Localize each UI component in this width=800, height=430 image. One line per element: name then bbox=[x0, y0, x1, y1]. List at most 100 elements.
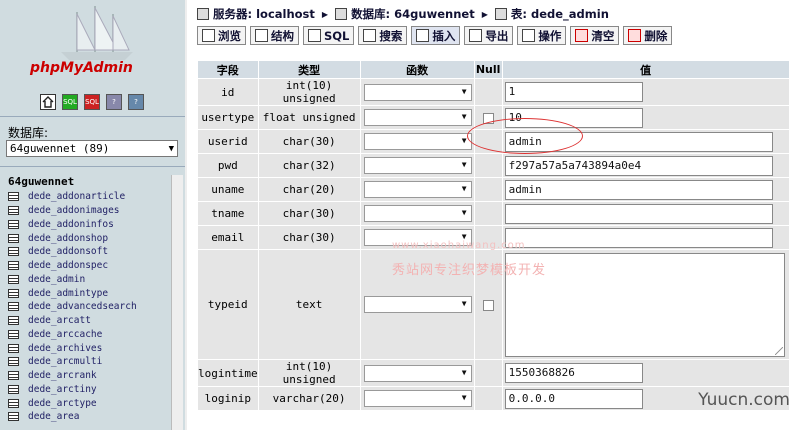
list-item[interactable]: dede_addoninfos bbox=[8, 218, 172, 232]
help-icon[interactable]: ? bbox=[128, 94, 144, 110]
table-name-link[interactable]: dede_arcatt bbox=[28, 315, 91, 326]
sql-query-icon[interactable]: SQL bbox=[84, 94, 100, 110]
table-browse-icon[interactable] bbox=[8, 206, 19, 216]
list-item[interactable]: dede_arcatt bbox=[8, 314, 172, 328]
table-browse-icon[interactable] bbox=[8, 247, 19, 257]
table-browse-icon[interactable] bbox=[8, 357, 19, 367]
table-name-link[interactable]: dede_area bbox=[28, 411, 79, 422]
list-item[interactable]: dede_archives bbox=[8, 341, 172, 355]
table-name-link[interactable]: dede_arcrank bbox=[28, 370, 97, 381]
table-name-link[interactable]: dede_addonspec bbox=[28, 260, 108, 271]
database-select[interactable]: 64guwennet (89) ▼ bbox=[6, 140, 178, 157]
list-item[interactable]: dede_area bbox=[8, 410, 172, 424]
function-cell bbox=[359, 129, 475, 154]
list-item[interactable]: dede_addonarticle bbox=[8, 190, 172, 204]
list-item[interactable]: dede_arcrank bbox=[8, 369, 172, 383]
tab-structure[interactable]: 结构 bbox=[250, 26, 299, 45]
list-item[interactable]: dede_addonsoft bbox=[8, 245, 172, 259]
table-name-link[interactable]: dede_addoninfos bbox=[28, 219, 114, 230]
header-function: 函数 bbox=[359, 60, 475, 79]
function-select[interactable] bbox=[363, 181, 472, 198]
breadcrumb-db[interactable]: 64guwennet bbox=[394, 7, 475, 21]
value-input[interactable]: 1550368826 bbox=[504, 363, 643, 383]
table-browse-icon[interactable] bbox=[8, 329, 19, 339]
function-select[interactable] bbox=[363, 157, 472, 174]
site-watermark: Yuucn.com bbox=[698, 390, 790, 410]
function-select[interactable] bbox=[363, 296, 472, 313]
database-title[interactable]: 64guwennet bbox=[8, 175, 74, 188]
value-input[interactable]: admin bbox=[504, 179, 773, 200]
tab-export[interactable]: 导出 bbox=[464, 26, 514, 45]
table-row: tname char(30) bbox=[197, 201, 790, 226]
search-icon bbox=[363, 29, 377, 42]
value-input[interactable] bbox=[504, 227, 773, 248]
table-browse-icon[interactable] bbox=[8, 384, 19, 394]
function-select[interactable] bbox=[363, 390, 472, 407]
list-item[interactable]: dede_admin bbox=[8, 273, 172, 287]
list-item[interactable]: dede_admintype bbox=[8, 286, 172, 300]
tab-browse[interactable]: 浏览 bbox=[197, 26, 246, 45]
list-item[interactable]: dede_addonshop bbox=[8, 231, 172, 245]
function-select[interactable] bbox=[363, 364, 472, 382]
list-item[interactable]: dede_advancedsearch bbox=[8, 300, 172, 314]
table-browse-icon[interactable] bbox=[8, 371, 19, 381]
null-cell bbox=[473, 201, 503, 226]
table-browse-icon[interactable] bbox=[8, 192, 19, 202]
table-browse-icon[interactable] bbox=[8, 261, 19, 271]
table-browse-icon[interactable] bbox=[8, 274, 19, 284]
tab-label: 删除 bbox=[644, 28, 668, 43]
tab-operations[interactable]: 操作 bbox=[517, 26, 567, 45]
function-select[interactable] bbox=[363, 205, 472, 222]
value-input[interactable]: f297a57a5a743894a0e4 bbox=[504, 155, 773, 176]
table-browse-icon[interactable] bbox=[8, 302, 19, 312]
breadcrumb-table[interactable]: dede_admin bbox=[531, 7, 609, 21]
breadcrumb-server[interactable]: localhost bbox=[256, 7, 315, 21]
list-item[interactable]: dede_arcmulti bbox=[8, 355, 172, 369]
list-item[interactable]: dede_addonimages bbox=[8, 204, 172, 218]
sql-window-icon[interactable]: SQL bbox=[62, 94, 78, 110]
list-item[interactable]: dede_addonspec bbox=[8, 259, 172, 273]
tab-drop[interactable]: 删除 bbox=[623, 26, 673, 45]
table-name-link[interactable]: dede_admin bbox=[28, 274, 85, 285]
phpmyadmin-logo[interactable]: phpMyAdmin bbox=[0, 0, 185, 88]
function-select[interactable] bbox=[363, 83, 472, 101]
table-name-link[interactable]: dede_archives bbox=[28, 343, 102, 354]
table-browse-icon[interactable] bbox=[8, 412, 19, 422]
table-browse-icon[interactable] bbox=[8, 398, 19, 408]
value-input[interactable]: 1 bbox=[504, 82, 643, 102]
table-browse-icon[interactable] bbox=[8, 316, 19, 326]
value-input[interactable] bbox=[504, 203, 773, 224]
table-browse-icon[interactable] bbox=[8, 288, 19, 298]
server-icon bbox=[197, 8, 209, 20]
list-item[interactable]: dede_arctype bbox=[8, 396, 172, 410]
tab-insert[interactable]: 插入 bbox=[411, 26, 461, 45]
home-icon[interactable] bbox=[40, 94, 56, 110]
tab-search[interactable]: 搜索 bbox=[358, 26, 408, 45]
list-item[interactable]: dede_arccache bbox=[8, 328, 172, 342]
table-name-link[interactable]: dede_addonimages bbox=[28, 205, 120, 216]
docs-icon[interactable]: ? bbox=[106, 94, 122, 110]
tab-sql[interactable]: SQL bbox=[303, 26, 355, 45]
tab-label: 清空 bbox=[591, 28, 615, 43]
table-name-link[interactable]: dede_addonsoft bbox=[28, 246, 108, 257]
table-name-link[interactable]: dede_arctype bbox=[28, 398, 97, 409]
table-list-scrollbar[interactable] bbox=[171, 175, 183, 430]
value-cell bbox=[501, 201, 790, 226]
table-name-link[interactable]: dede_addonshop bbox=[28, 233, 108, 244]
value-textarea[interactable] bbox=[504, 252, 785, 357]
tab-empty[interactable]: 清空 bbox=[570, 26, 620, 45]
list-item[interactable]: dede_arctiny bbox=[8, 383, 172, 397]
null-checkbox[interactable] bbox=[482, 299, 494, 311]
table-browse-icon[interactable] bbox=[8, 233, 19, 243]
table-name-link[interactable]: dede_advancedsearch bbox=[28, 301, 137, 312]
table-name-link[interactable]: dede_admintype bbox=[28, 288, 108, 299]
table-name-link[interactable]: dede_arccache bbox=[28, 329, 102, 340]
function-select[interactable] bbox=[363, 133, 472, 150]
table-browse-icon[interactable] bbox=[8, 343, 19, 353]
table-browse-icon[interactable] bbox=[8, 219, 19, 229]
table-name-link[interactable]: dede_arctiny bbox=[28, 384, 97, 395]
function-select[interactable] bbox=[363, 109, 472, 126]
value-input[interactable]: 0.0.0.0 bbox=[504, 388, 643, 409]
table-name-link[interactable]: dede_addonarticle bbox=[28, 191, 125, 202]
table-name-link[interactable]: dede_arcmulti bbox=[28, 356, 102, 367]
